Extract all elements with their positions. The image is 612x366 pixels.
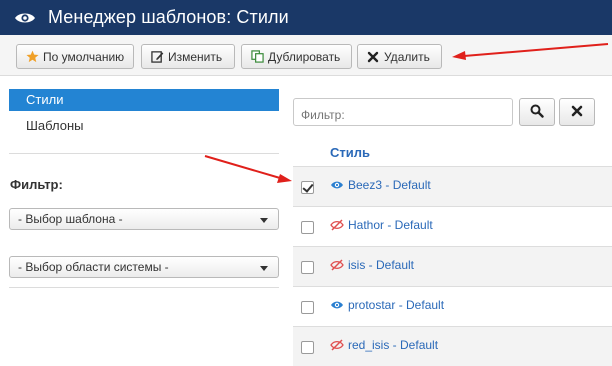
column-header-style[interactable]: Стиль	[330, 145, 370, 160]
eye-icon	[330, 179, 344, 191]
close-icon	[571, 105, 583, 120]
table-row: Beez3 - Default	[293, 166, 612, 206]
chevron-down-icon	[260, 266, 268, 271]
edit-icon	[150, 50, 164, 64]
copy-icon	[250, 50, 264, 64]
divider	[9, 287, 279, 288]
style-link[interactable]: isis - Default	[348, 258, 414, 272]
star-icon	[25, 50, 39, 64]
sidebar: Стили Шаблоны Фильтр: - Выбор шаблона - …	[0, 76, 288, 357]
page-title: Менеджер шаблонов: Стили	[48, 7, 289, 27]
filter-heading: Фильтр:	[10, 177, 63, 192]
template-select[interactable]: - Выбор шаблона -	[9, 208, 279, 230]
row-checkbox[interactable]	[301, 221, 314, 234]
sidebar-item-styles[interactable]: Стили	[9, 89, 279, 111]
style-link[interactable]: red_isis - Default	[348, 338, 438, 352]
search-icon	[530, 104, 544, 121]
client-select-value: - Выбор области системы -	[18, 260, 169, 274]
style-link[interactable]: protostar - Default	[348, 298, 444, 312]
default-button[interactable]: По умолчанию	[16, 44, 134, 69]
style-link[interactable]: Hathor - Default	[348, 218, 433, 232]
main-content: Стиль Beez3 - Default Hathor - Default i…	[288, 76, 612, 366]
duplicate-button-label: Дублировать	[268, 49, 341, 64]
default-button-label: По умолчанию	[43, 49, 125, 64]
row-checkbox[interactable]	[301, 341, 314, 354]
eye-slash-icon	[330, 259, 344, 271]
sidebar-item-templates[interactable]: Шаблоны	[26, 118, 84, 133]
toolbar: По умолчанию Изменить Дублировать Удалит…	[0, 35, 612, 76]
style-link[interactable]: Beez3 - Default	[348, 178, 431, 192]
row-checkbox[interactable]	[301, 181, 314, 194]
clear-button[interactable]	[559, 98, 595, 126]
row-checkbox[interactable]	[301, 301, 314, 314]
chevron-down-icon	[260, 218, 268, 223]
template-select-value: - Выбор шаблона -	[18, 212, 123, 226]
divider	[9, 153, 279, 154]
title-bar: Менеджер шаблонов: Стили	[0, 0, 612, 35]
table-row: red_isis - Default	[293, 326, 612, 366]
close-icon	[366, 50, 380, 64]
edit-button-label: Изменить	[168, 49, 223, 64]
edit-button[interactable]: Изменить	[141, 44, 235, 69]
table-row: protostar - Default	[293, 286, 612, 326]
delete-button-label: Удалить	[384, 49, 430, 64]
row-checkbox[interactable]	[301, 261, 314, 274]
eye-icon	[330, 299, 344, 311]
duplicate-button[interactable]: Дублировать	[241, 44, 352, 69]
table-row: isis - Default	[293, 246, 612, 286]
client-select[interactable]: - Выбор области системы -	[9, 256, 279, 278]
search-button[interactable]	[519, 98, 555, 126]
delete-button[interactable]: Удалить	[357, 44, 442, 69]
table-row: Hathor - Default	[293, 206, 612, 246]
eye-icon	[14, 10, 38, 26]
eye-slash-icon	[330, 339, 344, 351]
eye-slash-icon	[330, 219, 344, 231]
search-input[interactable]	[293, 98, 513, 126]
